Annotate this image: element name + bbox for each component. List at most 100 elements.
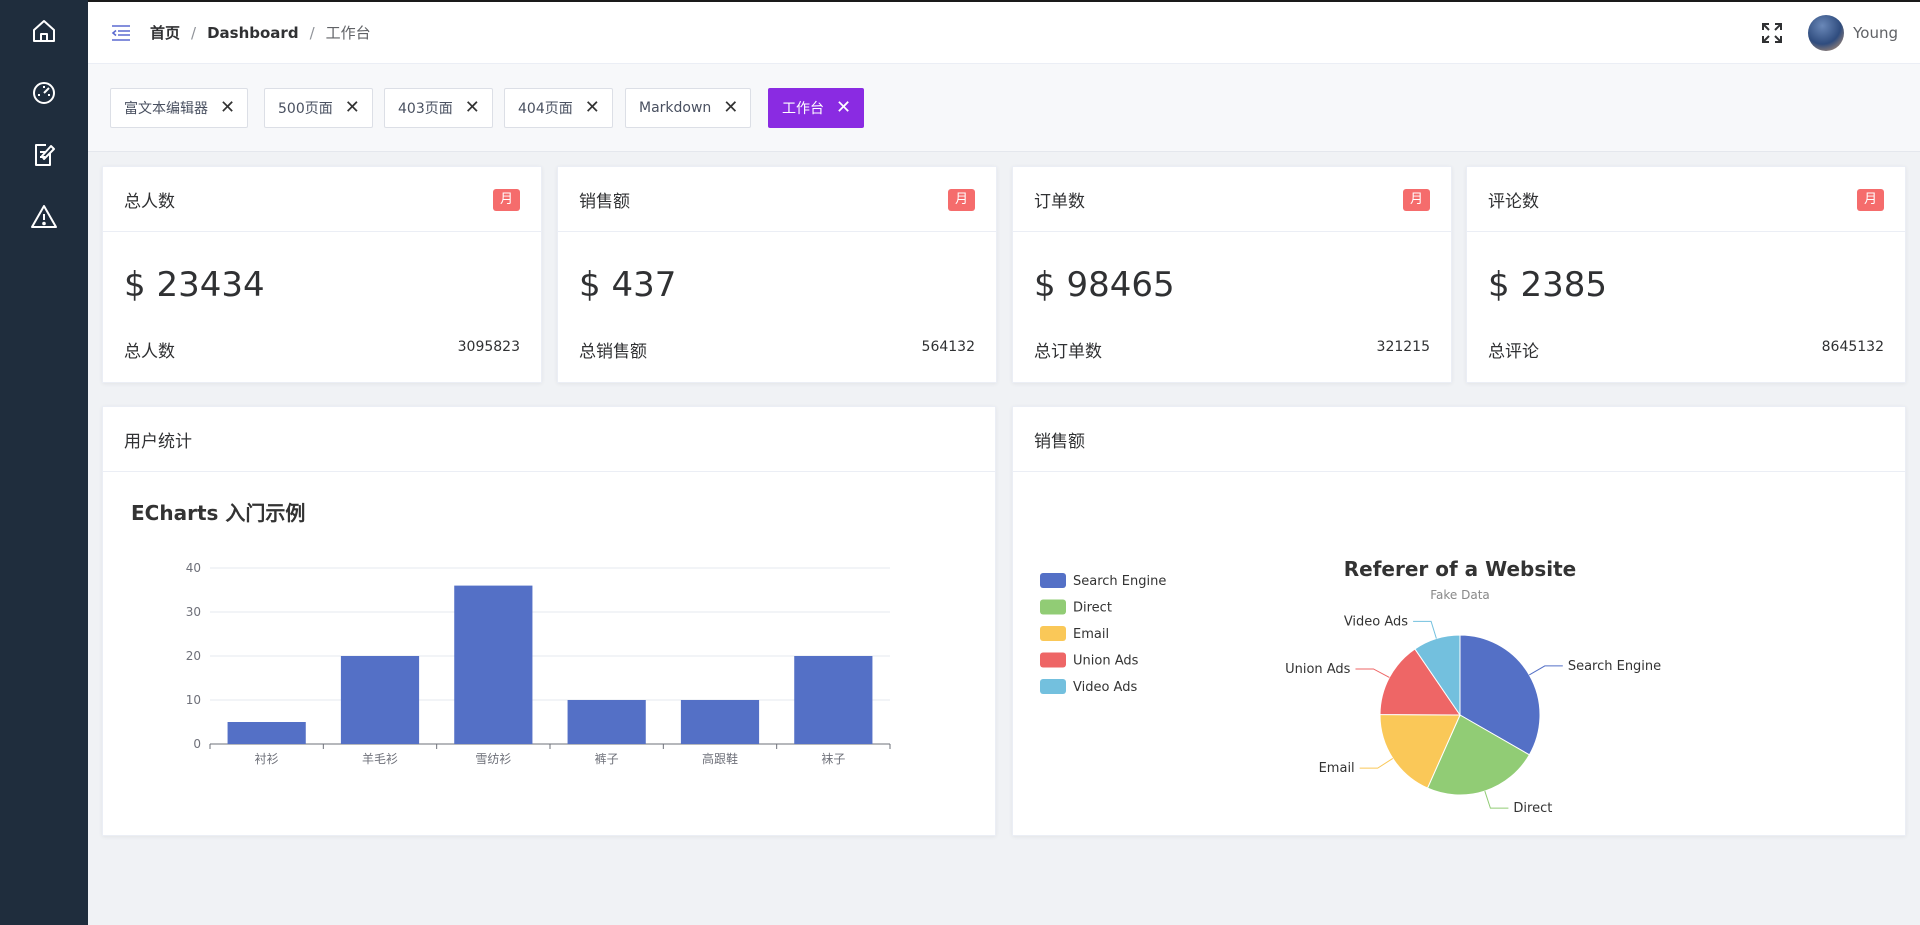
period-badge: 月 [1402, 189, 1430, 211]
x-tick-label: 袜子 [821, 752, 845, 766]
y-tick-label: 20 [186, 649, 201, 663]
stat-footer-value: 321215 [1376, 339, 1430, 355]
avatar[interactable] [1808, 15, 1845, 51]
panel-title: 销售额 [1034, 431, 1085, 452]
pie-label-line [1484, 790, 1509, 809]
legend-label: Direct [1073, 601, 1112, 616]
stat-footer-label: 总订单数 [1034, 342, 1102, 362]
close-icon[interactable]: ✕ [585, 99, 600, 117]
stat-card-comments: 评论数 月 $ 2385 总评论 8645132 [1466, 166, 1906, 383]
x-tick-label: 雪纺衫 [475, 752, 511, 766]
warning-icon [31, 205, 57, 228]
stat-footer-value: 3095823 [457, 339, 520, 355]
stat-footer-label: 总销售额 [579, 342, 647, 362]
card-header: 订单数 月 [1013, 167, 1451, 232]
stat-card-orders: 订单数 月 $ 98465 总订单数 321215 [1012, 166, 1452, 383]
sidebar-item-error[interactable] [0, 186, 88, 248]
y-tick-label: 10 [186, 693, 201, 707]
top-bar: 首页 / Dashboard / 工作台 Young [88, 0, 1920, 64]
breadcrumb: 首页 / Dashboard / 工作台 [150, 22, 371, 43]
stat-value: $ 437 [579, 265, 677, 305]
panel-title: 用户统计 [124, 431, 192, 452]
pie-label-line [1355, 668, 1390, 678]
panel-header: 销售额 [1013, 407, 1905, 472]
dashboard-gauge-icon [33, 82, 55, 104]
tag-markdown[interactable]: Markdown ✕ [625, 88, 752, 128]
menu-toggle-button[interactable] [110, 22, 132, 44]
close-icon[interactable]: ✕ [465, 99, 480, 117]
tags-view-bar: 富文本编辑器 ✕ 500页面 ✕ 403页面 ✕ 404页面 ✕ Markdown ✕ 工… [88, 64, 1920, 152]
pie-chart-subtitle: Fake Data [1430, 588, 1490, 602]
card-title: 评论数 [1488, 191, 1539, 212]
close-icon[interactable]: ✕ [836, 99, 851, 117]
tag-rich-text-editor[interactable]: 富文本编辑器 ✕ [110, 88, 249, 128]
legend-swatch [1040, 626, 1066, 641]
sidebar-item-dashboard[interactable] [0, 62, 88, 124]
close-icon[interactable]: ✕ [220, 99, 235, 117]
legend-swatch [1040, 599, 1066, 615]
x-tick-label: 衬衫 [255, 752, 279, 766]
y-tick-label: 0 [193, 737, 201, 751]
tag-label: 富文本编辑器 [124, 101, 208, 117]
sales-panel: 销售额 Referer of a Website Fake Data Search … [1012, 406, 1906, 836]
tag-403-page[interactable]: 403页面 ✕ [384, 88, 493, 128]
legend-label: Video Ads [1073, 680, 1137, 695]
tag-500-page[interactable]: 500页面 ✕ [264, 88, 373, 128]
legend-swatch [1040, 652, 1066, 668]
close-icon[interactable]: ✕ [723, 99, 738, 117]
user-stats-panel: 用户统计 ECharts 入门示例 0 10 20 30 40 衬衫 羊毛衫 雪纺衫 裤子 高跟鞋… [102, 406, 996, 836]
pie-slice-label: Search Engine [1568, 659, 1661, 674]
y-tick-label: 40 [186, 561, 201, 575]
pie-slice-label: Union Ads [1285, 662, 1351, 677]
bar [567, 700, 646, 744]
sidebar [0, 0, 88, 925]
bar-chart: 0 10 20 30 40 衬衫 羊毛衫 雪纺衫 裤子 高跟鞋 袜子 [186, 561, 891, 766]
tag-404-page[interactable]: 404页面 ✕ [504, 88, 613, 128]
username[interactable]: Young [1853, 24, 1898, 42]
tag-label: 404页面 [518, 101, 573, 117]
tag-label: 500页面 [278, 101, 333, 117]
stat-card-total-users: 总人数 月 $ 23434 总人数 3095823 [102, 166, 542, 383]
breadcrumb-dashboard[interactable]: Dashboard [207, 24, 298, 42]
stat-footer-label: 总评论 [1488, 342, 1539, 362]
legend-label: Search Engine [1073, 574, 1166, 589]
tag-label: 403页面 [398, 101, 453, 117]
card-header: 评论数 月 [1467, 167, 1905, 232]
tag-label: Markdown [639, 100, 712, 116]
tag-workbench[interactable]: 工作台 ✕ [768, 88, 865, 128]
sidebar-item-home[interactable] [0, 0, 88, 62]
bar [454, 585, 533, 744]
period-badge: 月 [1856, 189, 1884, 211]
menu-fold-icon [111, 24, 130, 41]
pie-label-line [1359, 757, 1394, 769]
close-icon[interactable]: ✕ [345, 99, 360, 117]
home-icon [33, 20, 55, 42]
legend-swatch [1040, 679, 1066, 694]
pie-slice-label: Email [1319, 761, 1355, 776]
bar [340, 656, 420, 744]
fullscreen-icon[interactable] [1760, 21, 1784, 45]
breadcrumb-home[interactable]: 首页 [150, 22, 180, 43]
stat-card-sales: 销售额 月 $ 437 总销售额 564132 [557, 166, 997, 383]
pie-slice-label: Direct [1513, 801, 1552, 813]
topbar-right: Young [1760, 2, 1898, 64]
breadcrumb-separator: / [309, 23, 315, 42]
pie-chart-title: Referer of a Website [1344, 557, 1576, 581]
breadcrumb-separator: / [191, 23, 197, 42]
legend-swatch [1040, 573, 1066, 588]
pie-label-line [1528, 665, 1563, 676]
bar [680, 700, 760, 744]
pie-slice-label: Video Ads [1344, 614, 1408, 629]
sidebar-item-editor[interactable] [0, 124, 88, 186]
stat-value: $ 98465 [1034, 265, 1175, 305]
card-header: 总人数 月 [103, 167, 541, 232]
card-header: 销售额 月 [558, 167, 996, 232]
x-tick-label: 高跟鞋 [702, 751, 738, 766]
x-tick-label: 羊毛衫 [362, 751, 398, 766]
stat-footer-value: 8645132 [1821, 339, 1884, 355]
x-tick-label: 裤子 [595, 752, 619, 766]
edit-document-icon [35, 144, 55, 166]
stat-footer-label: 总人数 [124, 342, 175, 362]
bar [794, 656, 873, 744]
pie-chart: Referer of a Website Fake Data Search Engi… [1040, 557, 1661, 813]
